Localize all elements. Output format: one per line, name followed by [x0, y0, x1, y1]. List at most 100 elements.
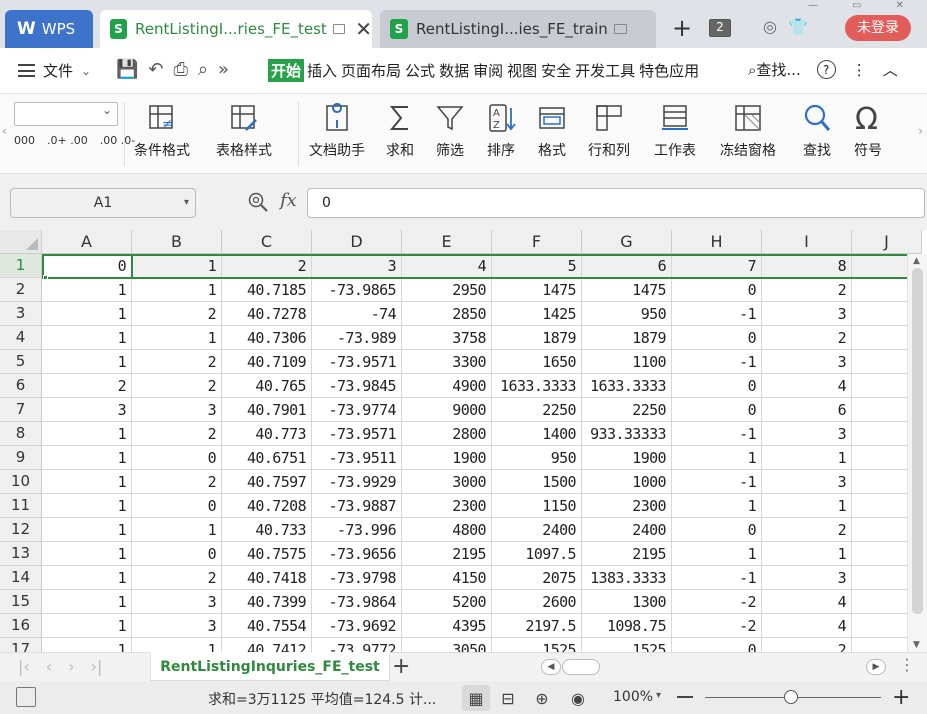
table-cell[interactable]: 40.733 — [222, 518, 312, 542]
zoom-percent[interactable]: 100% — [613, 689, 653, 705]
table-cell[interactable]: 3300 — [402, 350, 492, 374]
table-cell[interactable]: 1425 — [492, 302, 582, 326]
row-header[interactable]: 14 — [0, 566, 42, 590]
search-command[interactable]: ⌕查找... — [748, 59, 801, 80]
table-cell[interactable]: 1 — [762, 494, 852, 518]
table-cell[interactable]: 1 — [132, 326, 222, 350]
table-cell[interactable]: 2 — [132, 566, 222, 590]
print-icon[interactable]: ⎙ — [174, 59, 188, 80]
table-cell[interactable]: 0 — [42, 254, 132, 278]
table-cell[interactable]: 2 — [762, 278, 852, 302]
table-cell[interactable]: 0 — [672, 374, 762, 398]
table-cell[interactable]: 1650 — [492, 350, 582, 374]
formula-input[interactable]: 0 — [307, 188, 925, 218]
table-cell[interactable]: 0 — [672, 638, 762, 652]
symbol-button[interactable]: Ω 符号 — [852, 102, 884, 166]
table-cell[interactable]: 9000 — [402, 398, 492, 422]
add-sheet-button[interactable]: + — [392, 654, 410, 679]
tab-page-layout[interactable]: 页面布局 — [340, 59, 402, 82]
table-cell[interactable]: 3 — [132, 398, 222, 422]
help-icon[interactable]: ? — [816, 60, 836, 79]
table-cell[interactable]: 1300 — [582, 590, 672, 614]
table-cell[interactable]: 933.33333 — [582, 422, 672, 446]
table-cell[interactable]: 2600 — [492, 590, 582, 614]
row-header[interactable]: 9 — [0, 446, 42, 470]
row-header[interactable]: 6 — [0, 374, 42, 398]
column-header[interactable]: I — [762, 230, 852, 254]
table-style-button[interactable]: 表格样式 — [216, 102, 272, 166]
format-button[interactable]: 格式 — [536, 102, 568, 166]
ribbon-scroll-left-icon[interactable]: ‹ — [2, 124, 7, 138]
tab-data[interactable]: 数据 — [438, 59, 470, 82]
increase-decimal-button[interactable]: .0+ .00 — [47, 134, 88, 147]
table-cell[interactable]: 40.6751 — [222, 446, 312, 470]
table-cell[interactable]: 2195 — [582, 542, 672, 566]
column-header[interactable]: J — [852, 230, 922, 254]
vertical-scroll-thumb[interactable] — [912, 268, 923, 614]
table-cell[interactable]: 4150 — [402, 566, 492, 590]
fx-icon[interactable]: fx — [280, 190, 297, 211]
table-cell[interactable]: 1 — [132, 278, 222, 302]
table-cell[interactable]: 2 — [132, 470, 222, 494]
table-cell[interactable]: 0 — [672, 278, 762, 302]
table-cell[interactable]: 1 — [42, 638, 132, 652]
table-cell[interactable]: 1 — [42, 590, 132, 614]
maximize-icon[interactable]: ▭ — [852, 0, 861, 11]
table-cell[interactable]: 1 — [132, 638, 222, 652]
table-cell[interactable]: 2 — [132, 350, 222, 374]
table-cell[interactable]: 2250 — [582, 398, 672, 422]
horizontal-scroll-thumb[interactable] — [562, 659, 600, 675]
sort-button[interactable]: AZ 排序 — [485, 102, 517, 166]
table-cell[interactable]: 1900 — [582, 446, 672, 470]
scroll-right-icon[interactable]: ▶ — [866, 659, 886, 675]
minimize-icon[interactable]: — — [808, 0, 818, 11]
table-cell[interactable]: 2 — [222, 254, 312, 278]
prev-sheet-icon[interactable]: ‹ — [46, 657, 52, 676]
status-summary[interactable]: 求和=3万1125 平均值=124.5 计... — [208, 689, 436, 709]
skin-icon[interactable]: ◎ — [760, 17, 780, 37]
scroll-down-icon[interactable]: ▼ — [913, 640, 920, 650]
tab-developer[interactable]: 开发工具 — [574, 59, 636, 82]
macro-icon[interactable] — [16, 687, 36, 707]
table-cell[interactable]: -73.9774 — [312, 398, 402, 422]
table-cell[interactable]: 1 — [672, 542, 762, 566]
table-cell[interactable]: 1633.3333 — [582, 374, 672, 398]
row-header[interactable]: 2 — [0, 278, 42, 302]
table-cell[interactable]: -73.9511 — [312, 446, 402, 470]
table-cell[interactable]: -2 — [672, 590, 762, 614]
table-cell[interactable]: -73.996 — [312, 518, 402, 542]
zoom-dropdown-icon[interactable]: ▾ — [656, 690, 661, 701]
table-cell[interactable]: 1500 — [492, 470, 582, 494]
window-count-badge[interactable]: 2 — [709, 19, 731, 37]
worksheet-button[interactable]: 工作表 — [654, 102, 696, 166]
close-tab-icon[interactable]: ✕ — [355, 17, 372, 41]
table-cell[interactable]: 4800 — [402, 518, 492, 542]
more-chevron-icon[interactable]: » — [218, 59, 229, 80]
font-size-select[interactable] — [14, 102, 118, 126]
table-cell[interactable]: -73.9864 — [312, 590, 402, 614]
table-cell[interactable]: 1 — [42, 278, 132, 302]
table-cell[interactable]: 1100 — [582, 350, 672, 374]
table-cell[interactable]: 6 — [762, 398, 852, 422]
table-cell[interactable]: 1 — [132, 254, 222, 278]
spreadsheet-grid[interactable]: ABCDEFGHIJ 1 0 1 2 3 4 5 6 7 8 2 1 1 40.7185 -73.9865 2… — [0, 230, 927, 652]
table-cell[interactable]: -73.9929 — [312, 470, 402, 494]
table-cell[interactable]: 2800 — [402, 422, 492, 446]
table-cell[interactable]: 2 — [42, 374, 132, 398]
table-cell[interactable]: 3 — [762, 302, 852, 326]
table-cell[interactable]: 3 — [762, 422, 852, 446]
row-header[interactable]: 11 — [0, 494, 42, 518]
table-cell[interactable]: 4 — [402, 254, 492, 278]
table-cell[interactable]: 5200 — [402, 590, 492, 614]
doc-tab-train[interactable]: S RentListingI...ies_FE_train — [380, 10, 656, 48]
zoom-in-button[interactable]: + — [892, 685, 910, 710]
table-cell[interactable]: 4395 — [402, 614, 492, 638]
tab-review[interactable]: 审阅 — [472, 59, 504, 82]
table-cell[interactable]: 0 — [672, 326, 762, 350]
table-cell[interactable]: 1 — [42, 494, 132, 518]
table-cell[interactable]: 1879 — [492, 326, 582, 350]
table-cell[interactable]: 1 — [42, 446, 132, 470]
table-cell[interactable]: 2 — [762, 518, 852, 542]
table-cell[interactable]: 3 — [762, 350, 852, 374]
table-cell[interactable]: -1 — [672, 422, 762, 446]
